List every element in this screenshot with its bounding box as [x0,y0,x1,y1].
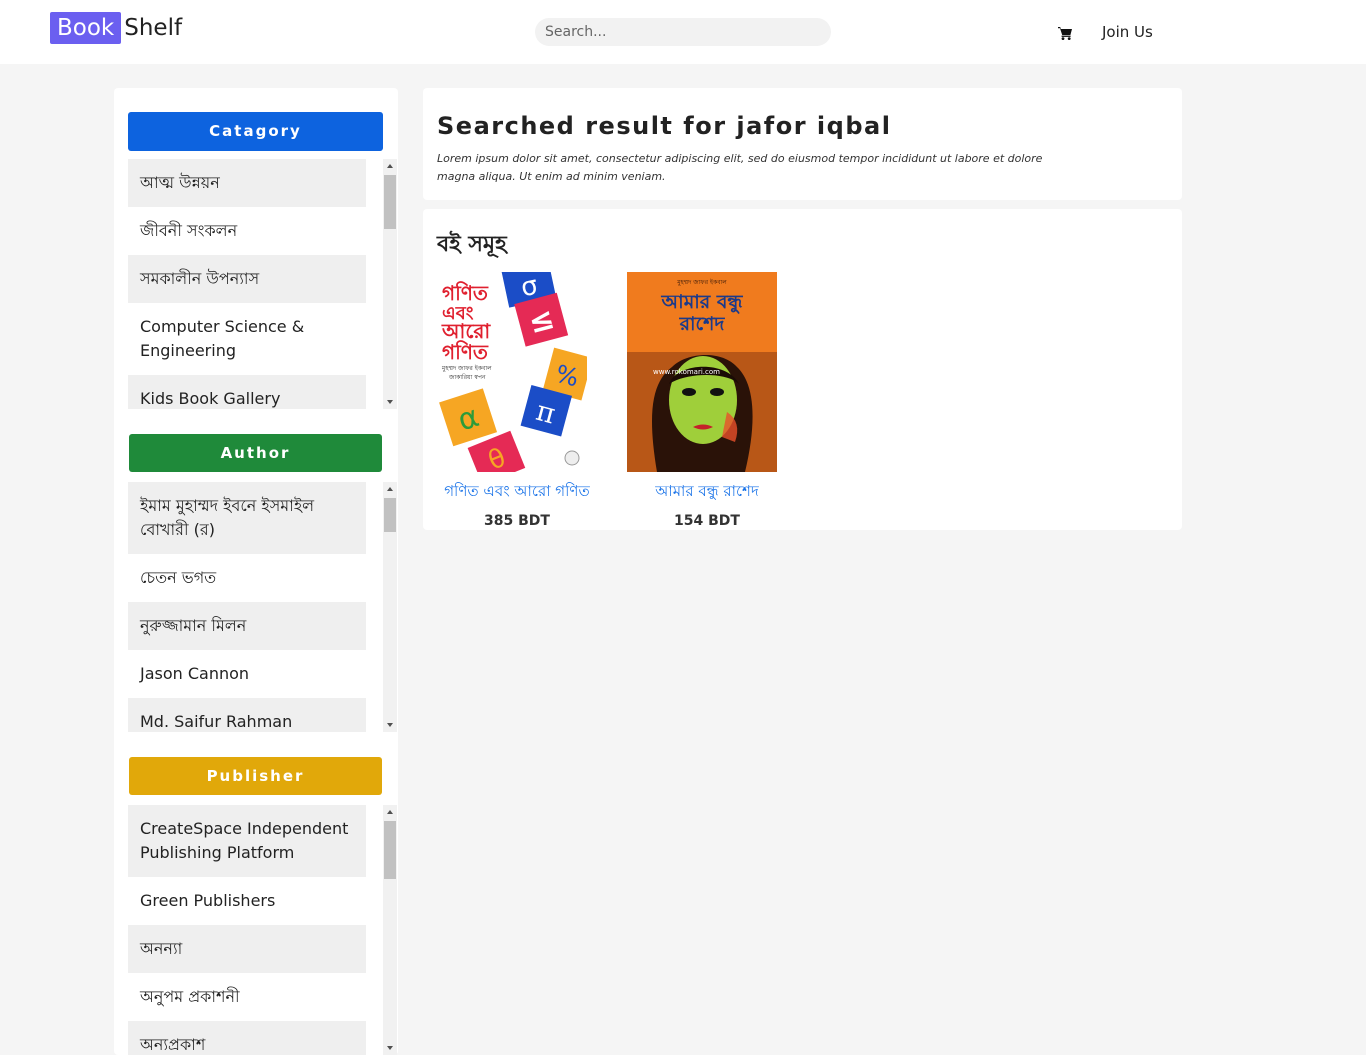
cover-author: মুহম্মদ জাফর ইকবাল [676,279,727,286]
scroll-thumb[interactable] [384,175,396,229]
publisher-item[interactable]: অন্যপ্রকাশ [128,1021,366,1055]
category-item[interactable]: জীবনী সংকলন [128,207,366,255]
author-scrollbar[interactable] [383,482,397,732]
filter-sidebar: Catagory আত্ম উন্নয়ন জীবনী সংকলন সমকালী… [114,88,398,1055]
publisher-item[interactable]: Green Publishers [128,877,366,925]
book-cover-image[interactable]: মুহম্মদ জাফর ইকবাল আমার বন্ধু রাশেদ www.… [627,272,777,472]
publisher-item[interactable]: অনন্যা [128,925,366,973]
logo-book-text: Book [50,12,122,44]
author-list[interactable]: ইমাম মুহাম্মদ ইবনে ইসমাইল বোখারী (র) চেত… [128,482,397,732]
scroll-up-icon[interactable] [383,159,397,173]
book-card[interactable]: σ ≤ % π α θ গণিত এবং আরো গণিত মুহম্মদ জা… [437,272,597,529]
category-item[interactable]: Kids Book Gallery [128,375,366,409]
category-item[interactable]: সমকালীন উপন্যাস [128,255,366,303]
top-navbar: Book Shelf Join Us [0,0,1366,64]
author-item[interactable]: চেতন ভগত [128,554,366,602]
category-item[interactable]: আত্ম উন্নয়ন [128,159,366,207]
category-button[interactable]: Catagory [128,112,383,151]
scroll-up-icon[interactable] [383,482,397,496]
scroll-down-icon[interactable] [383,1041,397,1055]
cover-title-line: রাশেদ [679,313,726,335]
category-item[interactable]: Computer Science & Engineering [128,303,366,375]
category-scrollbar[interactable] [383,159,397,409]
shopping-cart-icon[interactable] [1057,25,1073,41]
scroll-down-icon[interactable] [383,395,397,409]
book-cover-image[interactable]: σ ≤ % π α θ গণিত এবং আরো গণিত মুহম্মদ জা… [437,272,587,472]
author-item[interactable]: Md. Saifur Rahman [128,698,366,732]
book-title-link[interactable]: গণিত এবং আরো গণিত [437,480,597,505]
book-title-link[interactable]: আমার বন্ধু রাশেদ [627,480,787,505]
scroll-thumb[interactable] [384,498,396,532]
author-item[interactable]: Jason Cannon [128,650,366,698]
search-result-panel: Searched result for jafor iqbal Lorem ip… [423,88,1182,200]
author-item[interactable]: নুরুজ্জামান মিলন [128,602,366,650]
publisher-item[interactable]: CreateSpace Independent Publishing Platf… [128,805,366,877]
cover-watermark: www.rokomari.com [653,368,720,376]
author-button[interactable]: Author [129,434,382,472]
cover-coauthor: জাকারিয়া স্বপন [448,374,486,381]
scroll-down-icon[interactable] [383,718,397,732]
books-heading: বই সমূহ [437,232,507,257]
result-description: Lorem ipsum dolor sit amet, consectetur … [437,152,1043,183]
publisher-item[interactable]: অনুপম প্রকাশনী [128,973,366,1021]
cover-title-line: গণিত [442,340,489,364]
publisher-button[interactable]: Publisher [129,757,382,795]
publisher-list[interactable]: CreateSpace Independent Publishing Platf… [128,805,397,1055]
book-price: 154 BDT [674,513,740,529]
book-price: 385 BDT [484,513,550,529]
cover-title-line: গণিত [442,281,489,305]
books-panel: বই সমূহ σ ≤ % π α θ গণিত এবং আরো গণিত মু… [423,209,1182,530]
scroll-up-icon[interactable] [383,805,397,819]
book-card[interactable]: মুহম্মদ জাফর ইকবাল আমার বন্ধু রাশেদ www.… [627,272,787,529]
cover-title-line: আমার বন্ধু [661,291,744,314]
logo-shelf-text: Shelf [124,15,183,41]
page-title: Searched result for jafor iqbal [437,112,892,140]
category-list[interactable]: আত্ম উন্নয়ন জীবনী সংকলন সমকালীন উপন্যাস… [128,159,397,409]
search-input[interactable] [535,18,831,46]
publisher-scrollbar[interactable] [383,805,397,1055]
brand-logo[interactable]: Book Shelf [50,12,182,44]
scroll-thumb[interactable] [384,821,396,879]
author-item[interactable]: ইমাম মুহাম্মদ ইবনে ইসমাইল বোখারী (র) [128,482,366,554]
cover-author: মুহম্মদ জাফর ইকবাল [441,365,492,372]
join-us-link[interactable]: Join Us [1102,23,1153,41]
